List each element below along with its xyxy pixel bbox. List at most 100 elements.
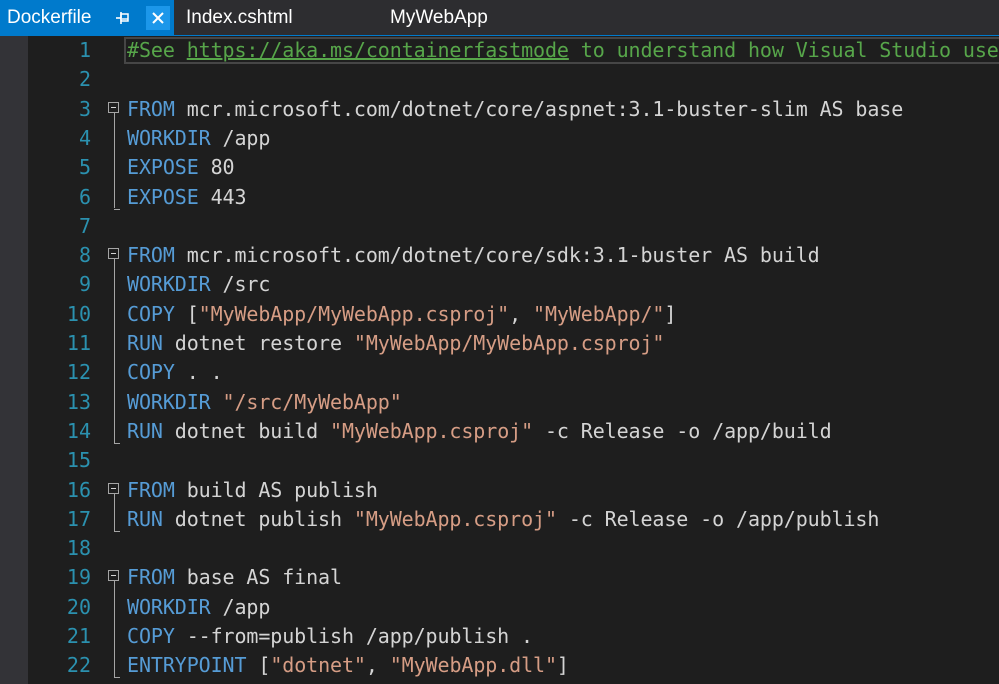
document-tab-bar: Dockerfile Index.cshtml MyWebApp bbox=[0, 0, 999, 36]
code-line[interactable]: 14 RUN dotnet build "MyWebApp.csproj" -c … bbox=[0, 417, 999, 446]
code-line[interactable]: 1 #See https://aka.ms/containerfastmode t… bbox=[0, 36, 999, 65]
keyword-token: FROM bbox=[127, 243, 175, 268]
code-line[interactable]: 20 WORKDIR /app bbox=[0, 593, 999, 622]
keyword-token: WORKDIR bbox=[127, 125, 211, 150]
text-token: /src bbox=[210, 272, 271, 297]
keyword-token: FROM bbox=[127, 565, 175, 590]
pin-icon[interactable] bbox=[113, 8, 133, 28]
string-token: "/src/MyWebApp" bbox=[222, 389, 402, 414]
code-line[interactable]: 11 RUN dotnet restore "MyWebApp/MyWebApp.… bbox=[0, 329, 999, 358]
line-number: 15 bbox=[66, 448, 91, 473]
code-text: FROM build AS publish bbox=[127, 476, 378, 505]
code-line[interactable]: 19 FROM base AS final bbox=[0, 563, 999, 592]
line-number: 2 bbox=[78, 67, 91, 92]
string-token: "MyWebApp/MyWebApp.csproj" bbox=[198, 301, 510, 326]
code-line[interactable]: 2 bbox=[0, 65, 999, 94]
code-line[interactable]: 22 ENTRYPOINT ["dotnet", "MyWebApp.dll"] bbox=[0, 651, 999, 680]
keyword-token: COPY bbox=[127, 301, 175, 326]
code-text: FROM mcr.microsoft.com/dotnet/core/aspne… bbox=[127, 95, 903, 124]
code-line[interactable]: 10 COPY ["MyWebApp/MyWebApp.csproj", "MyW… bbox=[0, 300, 999, 329]
code-text: EXPOSE 80 bbox=[127, 153, 235, 182]
text-token: , bbox=[365, 653, 390, 678]
keyword-token: RUN bbox=[127, 506, 163, 531]
line-number: 16 bbox=[66, 477, 91, 502]
line-number: 3 bbox=[78, 96, 91, 121]
keyword-token: EXPOSE bbox=[127, 184, 199, 209]
string-token: "MyWebApp.csproj" bbox=[353, 506, 557, 531]
line-number: 6 bbox=[78, 184, 91, 209]
tab-index-cshtml[interactable]: Index.cshtml bbox=[186, 0, 293, 35]
text-token: [ bbox=[174, 301, 199, 326]
code-line[interactable]: 8 FROM mcr.microsoft.com/dotnet/core/sdk:… bbox=[0, 241, 999, 270]
code-text: COPY . . bbox=[127, 358, 223, 387]
code-text: FROM mcr.microsoft.com/dotnet/core/sdk:3… bbox=[127, 241, 820, 270]
text-token: /app bbox=[210, 594, 271, 619]
code-line[interactable]: 3 FROM mcr.microsoft.com/dotnet/core/aspn… bbox=[0, 95, 999, 124]
line-number: 4 bbox=[78, 125, 91, 150]
line-number: 5 bbox=[78, 155, 91, 180]
line-number: 13 bbox=[66, 389, 91, 414]
code-line[interactable]: 13 WORKDIR "/src/MyWebApp" bbox=[0, 388, 999, 417]
text-token: mcr.microsoft.com/dotnet/core/aspnet:3.1… bbox=[174, 96, 904, 121]
line-number: 22 bbox=[66, 653, 91, 678]
string-token: "MyWebApp/MyWebApp.csproj" bbox=[353, 331, 665, 355]
line-number: 21 bbox=[66, 624, 91, 648]
outline-guide-end bbox=[114, 530, 120, 532]
code-line[interactable]: 15 bbox=[0, 446, 999, 475]
code-line[interactable]: 21 COPY --from=publish /app/publish . bbox=[0, 622, 999, 651]
line-number: 19 bbox=[66, 565, 91, 590]
collapse-region-icon[interactable] bbox=[108, 248, 119, 260]
code-text: WORKDIR /src bbox=[127, 270, 270, 299]
tab-dockerfile[interactable]: Dockerfile bbox=[0, 0, 174, 35]
code-line[interactable]: 4 WORKDIR /app bbox=[0, 124, 999, 153]
keyword-token: EXPOSE bbox=[127, 155, 199, 180]
text-token: ] bbox=[664, 301, 677, 326]
code-line[interactable]: 16 FROM build AS publish bbox=[0, 476, 999, 505]
line-number: 14 bbox=[66, 418, 91, 443]
line-number: 7 bbox=[78, 213, 91, 238]
code-text: COPY --from=publish /app/publish . bbox=[127, 622, 533, 651]
text-token: /app bbox=[210, 125, 271, 150]
code-line[interactable]: 17 RUN dotnet publish "MyWebApp.csproj" -… bbox=[0, 505, 999, 534]
code-line[interactable]: 9 WORKDIR /src bbox=[0, 270, 999, 299]
collapse-region-icon[interactable] bbox=[108, 570, 119, 582]
text-token: 443 bbox=[198, 184, 247, 209]
text-token: base AS final bbox=[174, 565, 342, 590]
code-text: WORKDIR "/src/MyWebApp" bbox=[127, 388, 402, 417]
code-line[interactable]: 6 EXPOSE 443 bbox=[0, 183, 999, 212]
text-token: 80 bbox=[198, 155, 235, 180]
line-number: 20 bbox=[66, 594, 91, 619]
comment-token: to understand how Visual Studio uses bbox=[568, 38, 999, 62]
keyword-token: RUN bbox=[127, 331, 163, 355]
code-editor[interactable]: 1 #See https://aka.ms/containerfastmode t… bbox=[0, 36, 999, 684]
keyword-token: ENTRYPOINT bbox=[127, 653, 247, 678]
code-text: RUN dotnet restore "MyWebApp/MyWebApp.cs… bbox=[127, 329, 664, 358]
text-token: build AS publish bbox=[174, 477, 378, 502]
code-text: WORKDIR /app bbox=[127, 593, 270, 622]
line-number: 1 bbox=[78, 38, 91, 62]
collapse-region-icon[interactable] bbox=[108, 101, 119, 113]
code-text: WORKDIR /app bbox=[127, 124, 270, 153]
code-line[interactable]: 18 bbox=[0, 534, 999, 563]
code-line[interactable]: 5 EXPOSE 80 bbox=[0, 153, 999, 182]
string-token: "MyWebApp/" bbox=[533, 301, 665, 326]
code-text: #See https://aka.ms/containerfastmode to… bbox=[127, 36, 999, 65]
text-token: -c Release -o /app/publish bbox=[556, 506, 880, 531]
text-token: dotnet publish bbox=[162, 506, 354, 531]
tab-mywebapp[interactable]: MyWebApp bbox=[390, 0, 488, 35]
tab-mywebapp-label: MyWebApp bbox=[390, 6, 488, 28]
text-token: . . bbox=[174, 360, 223, 385]
line-number: 11 bbox=[66, 331, 91, 355]
text-token: ] bbox=[556, 653, 569, 678]
code-line[interactable]: 12 COPY . . bbox=[0, 358, 999, 387]
outline-guide bbox=[114, 112, 115, 209]
line-number: 17 bbox=[66, 506, 91, 531]
url-link[interactable]: https://aka.ms/containerfastmode bbox=[187, 38, 569, 62]
code-text: COPY ["MyWebApp/MyWebApp.csproj", "MyWeb… bbox=[127, 300, 676, 329]
close-icon[interactable] bbox=[146, 6, 170, 30]
code-line[interactable]: 7 bbox=[0, 212, 999, 241]
keyword-token: WORKDIR bbox=[127, 272, 211, 297]
collapse-region-icon[interactable] bbox=[108, 482, 119, 494]
string-token: "MyWebApp.csproj" bbox=[330, 418, 534, 443]
